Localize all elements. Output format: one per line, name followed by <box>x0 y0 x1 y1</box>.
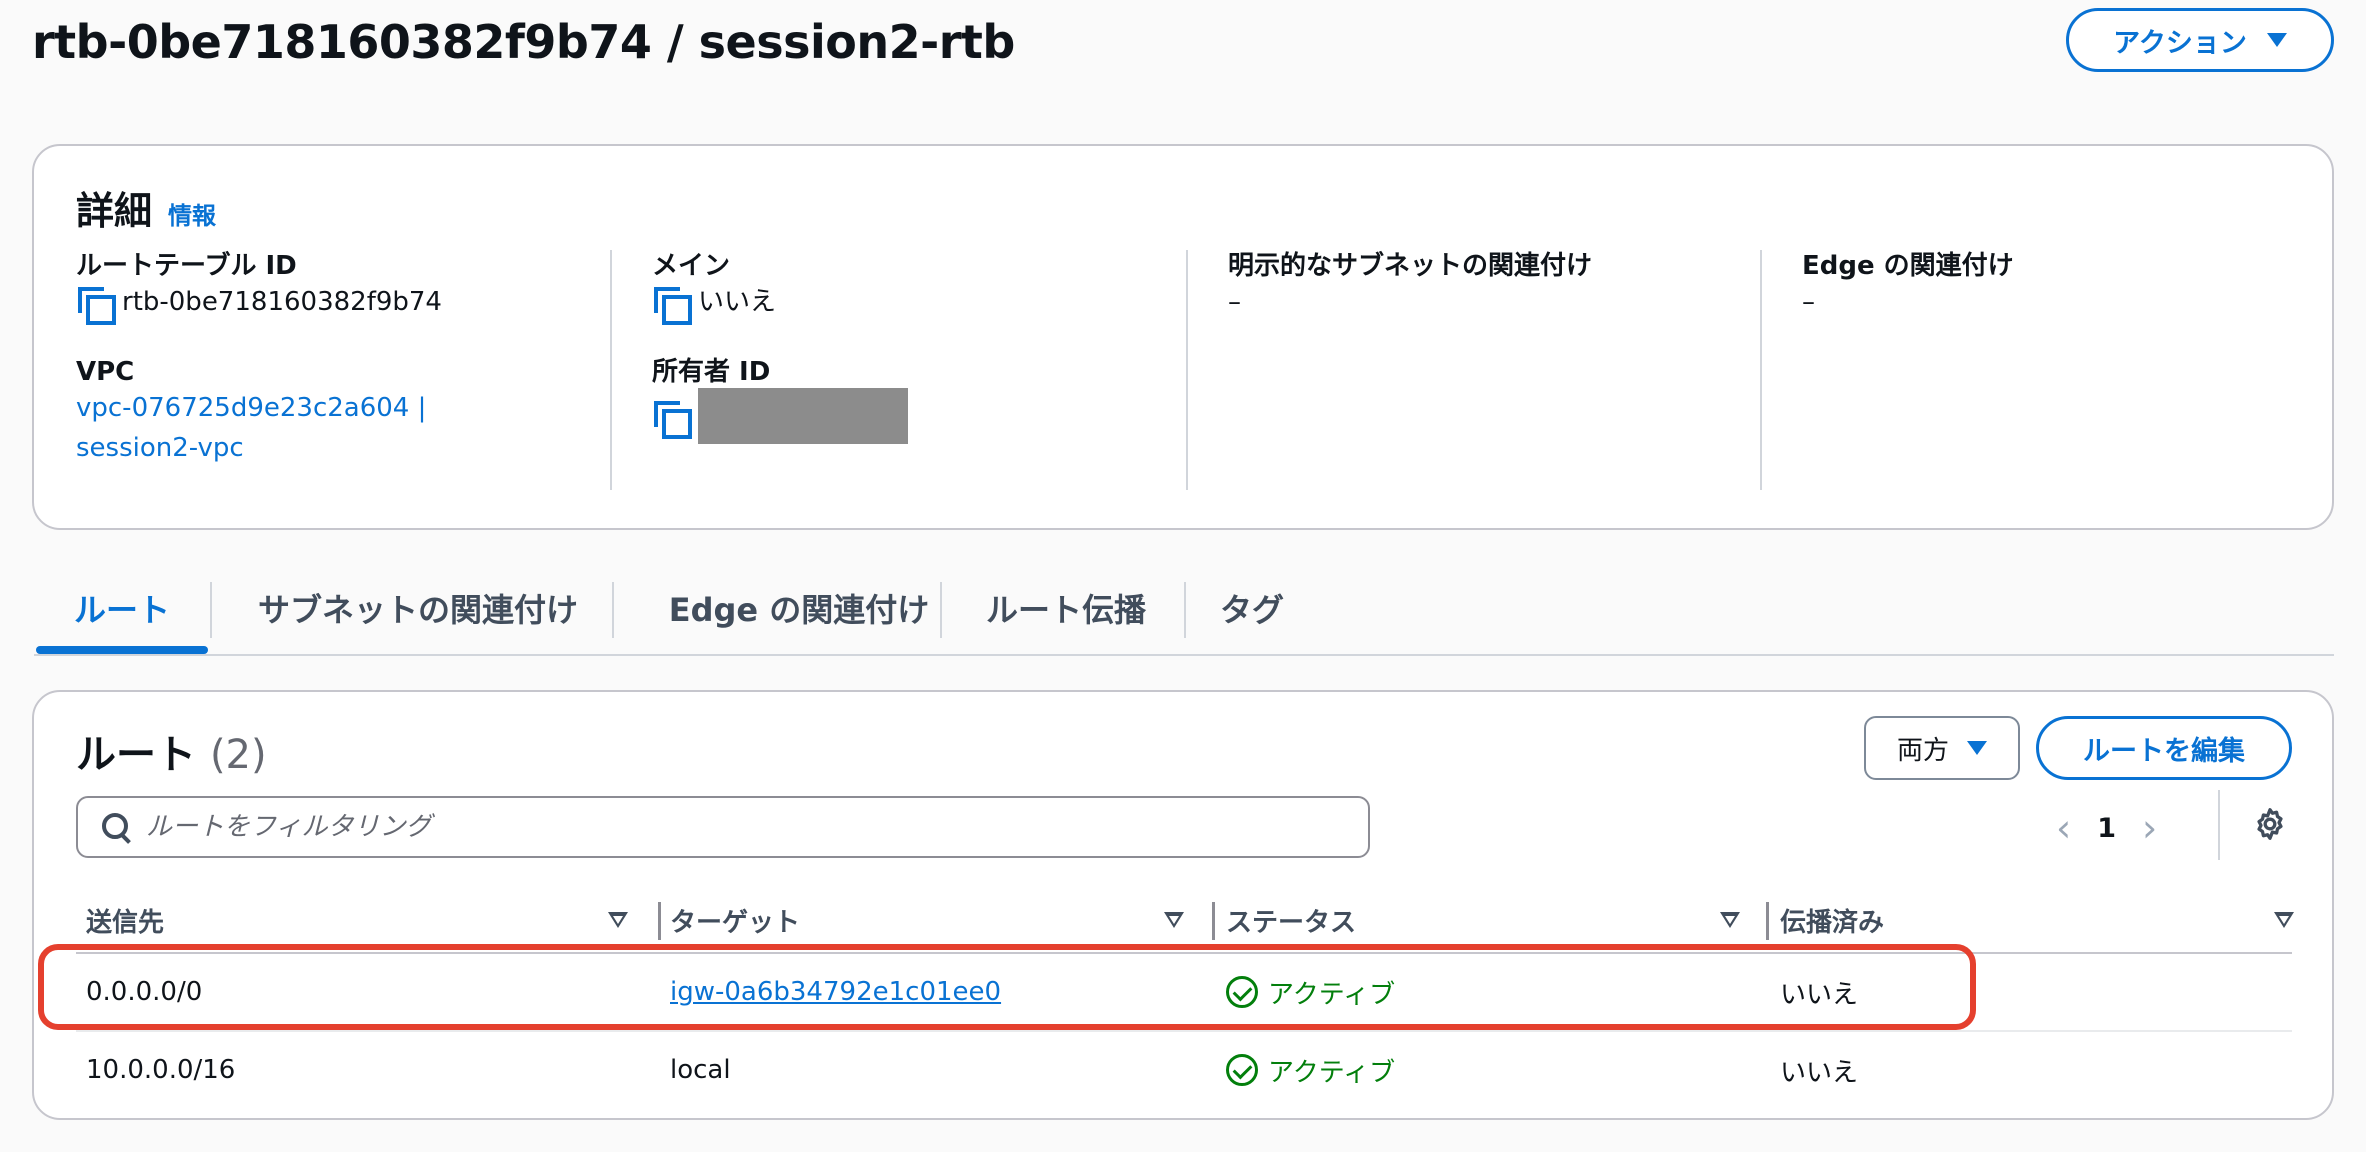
info-link[interactable]: 情報 <box>168 196 216 231</box>
routes-title: ルート (2) <box>76 722 267 780</box>
vpc-link[interactable]: vpc-076725d9e23c2a604 | session2-vpc <box>76 388 556 468</box>
vpc-label: VPC <box>76 357 135 387</box>
tab-separator <box>940 582 942 638</box>
direction-dropdown-label: 両方 <box>1896 735 1949 766</box>
explicit-subnet-label: 明示的なサブネットの関連付け <box>1228 251 1593 281</box>
pagination: ‹ 1 › <box>2056 798 2157 858</box>
table-row: 10.0.0.0/16 local アクティブ いいえ <box>76 1032 2292 1110</box>
page-title: rtb-0be718160382f9b74 / session2-rtb <box>32 15 1015 69</box>
edge-assoc-value: – <box>1802 287 1815 317</box>
routes-count: (2) <box>209 732 267 778</box>
route-propagated: いいえ <box>1780 979 1859 1010</box>
tab-edge-associations[interactable]: Edge の関連付け <box>620 572 978 644</box>
table-header: 送信先 ターゲット ステータス 伝播済み <box>76 888 2294 954</box>
details-column-3: 明示的なサブネットの関連付け – <box>1228 250 1592 322</box>
column-resizer[interactable] <box>1212 902 1215 940</box>
owner-id-label: 所有者 ID <box>652 357 771 387</box>
route-status: アクティブ <box>1226 954 1395 1030</box>
column-divider <box>1186 250 1188 490</box>
details-column-1: ルートテーブル ID rtb-0be718160382f9b74 VPC vpc… <box>76 250 556 502</box>
gear-icon[interactable] <box>2250 804 2290 844</box>
route-table-id-value: rtb-0be718160382f9b74 <box>76 282 556 325</box>
route-table-id-text: rtb-0be718160382f9b74 <box>122 287 442 317</box>
route-status-text: アクティブ <box>1268 1057 1396 1088</box>
route-table-id-label: ルートテーブル ID <box>76 251 297 281</box>
edit-routes-button[interactable]: ルートを編集 <box>2036 716 2292 780</box>
explicit-subnet-value: – <box>1228 287 1241 317</box>
details-header: 詳細 情報 <box>76 180 216 235</box>
copy-icon[interactable] <box>76 285 116 325</box>
check-circle-icon <box>1226 1054 1258 1086</box>
details-panel: 詳細 情報 ルートテーブル ID rtb-0be718160382f9b74 V… <box>32 144 2334 530</box>
tab-subnet-associations[interactable]: サブネットの関連付け <box>218 572 618 644</box>
route-table-detail-page: rtb-0be718160382f9b74 / session2-rtb アクシ… <box>0 0 2366 1152</box>
route-status-text: アクティブ <box>1268 979 1396 1010</box>
column-divider <box>610 250 612 490</box>
route-target-link[interactable]: igw-0a6b34792e1c01ee0 <box>670 977 1001 1007</box>
direction-dropdown[interactable]: 両方 <box>1864 716 2020 780</box>
sort-icon[interactable] <box>1164 912 1184 928</box>
route-target: igw-0a6b34792e1c01ee0 <box>670 954 1001 1030</box>
details-column-2: メイン いいえ 所有者 ID <box>652 250 908 478</box>
pagination-divider <box>2218 790 2220 860</box>
redacted-owner-id <box>698 388 908 444</box>
chevron-right-icon[interactable]: › <box>2142 809 2157 847</box>
column-resizer[interactable] <box>1766 902 1769 940</box>
tab-route-propagation[interactable]: ルート伝播 <box>946 572 1186 644</box>
sort-icon[interactable] <box>2274 912 2294 928</box>
details-column-4: Edge の関連付け – <box>1802 250 2014 322</box>
sort-icon[interactable] <box>608 912 628 928</box>
column-resizer[interactable] <box>658 902 661 940</box>
main-value: いいえ <box>652 282 908 325</box>
column-header-propagated[interactable]: 伝播済み <box>1780 888 1884 952</box>
route-target: local <box>670 1055 731 1085</box>
chevron-down-icon <box>2266 33 2287 47</box>
sort-icon[interactable] <box>1720 912 1740 928</box>
details-title: 詳細 <box>76 189 153 233</box>
route-destination: 10.0.0.0/16 <box>86 1055 236 1085</box>
route-filter-input[interactable] <box>146 812 1346 842</box>
tab-separator <box>210 582 212 638</box>
route-destination: 0.0.0.0/0 <box>86 977 203 1007</box>
current-page[interactable]: 1 <box>2097 813 2116 844</box>
tab-separator <box>612 582 614 638</box>
column-divider <box>1760 250 1762 490</box>
actions-button[interactable]: アクション <box>2066 8 2334 72</box>
owner-id-value <box>652 388 908 444</box>
edge-assoc-label: Edge の関連付け <box>1802 251 2014 281</box>
actions-button-label: アクション <box>2113 27 2247 59</box>
tab-separator <box>1184 582 1186 638</box>
column-header-target[interactable]: ターゲット <box>670 888 800 952</box>
copy-icon[interactable] <box>652 399 692 439</box>
active-tab-indicator <box>36 646 208 654</box>
tab-tags[interactable]: タグ <box>1192 572 1312 644</box>
column-header-destination[interactable]: 送信先 <box>86 888 164 952</box>
main-value-text: いいえ <box>698 287 777 317</box>
tab-bar: ルート サブネットの関連付け Edge の関連付け ルート伝播 タグ <box>34 572 2334 656</box>
routes-table: 送信先 ターゲット ステータス 伝播済み 0.0.0.0/0 igw-0a6b3… <box>76 888 2294 1110</box>
routes-panel: ルート (2) 両方 ルートを編集 ‹ 1 › 送信先 <box>32 690 2334 1120</box>
table-row: 0.0.0.0/0 igw-0a6b34792e1c01ee0 アクティブ いい… <box>76 954 2292 1032</box>
column-header-status[interactable]: ステータス <box>1226 888 1356 952</box>
route-propagated: いいえ <box>1780 1057 1859 1088</box>
tab-routes[interactable]: ルート <box>36 572 208 644</box>
check-circle-icon <box>1226 976 1258 1008</box>
route-status: アクティブ <box>1226 1032 1395 1108</box>
chevron-left-icon[interactable]: ‹ <box>2056 809 2071 847</box>
search-icon <box>100 811 132 843</box>
chevron-down-icon <box>1967 741 1987 755</box>
routes-title-text: ルート <box>76 732 196 778</box>
main-label: メイン <box>652 251 731 281</box>
route-filter-box[interactable] <box>76 796 1370 858</box>
copy-icon[interactable] <box>652 285 692 325</box>
